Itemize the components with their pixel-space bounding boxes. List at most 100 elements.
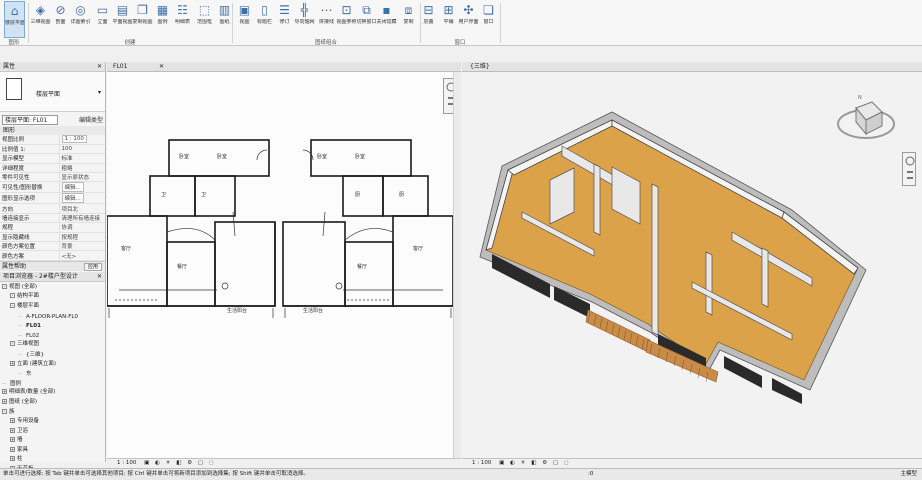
room-tag[interactable]: 卧室 — [355, 153, 365, 160]
close-icon[interactable]: ✕ — [159, 62, 164, 72]
property-value-button[interactable]: 编辑... — [61, 182, 84, 192]
property-value[interactable]: 编辑... — [58, 181, 105, 194]
room-tag[interactable]: 厨 — [399, 192, 404, 198]
room-tag[interactable]: 卫 — [161, 192, 166, 198]
browser-item[interactable]: + 柱 — [2, 455, 105, 465]
ribbon-button-matchline[interactable]: ⋯ 拼接线 — [316, 1, 337, 38]
floor-plan-view[interactable]: 卧室 卧室 卧室 卧室卫 卫 厨 厨客厅 客厅餐厅 餐厅生活阳台 生活阳台 — [107, 72, 461, 458]
browser-item[interactable]: — 东 — [2, 369, 105, 379]
room-tag[interactable]: 卧室 — [317, 153, 327, 160]
ribbon-button-guide-grid[interactable]: ╬ 导向轴网 — [294, 1, 315, 38]
expand-icon[interactable]: + — [2, 398, 7, 404]
ribbon-button-revision[interactable]: ☰ 修订 — [274, 1, 295, 38]
instance-selector[interactable]: 楼层平面: FL01 — [2, 114, 58, 125]
plan-scale-label[interactable]: 1 : 100 — [117, 460, 136, 466]
browser-item[interactable]: - 结构平面 — [2, 292, 105, 302]
view-control-icons[interactable]: ▣ ◐ ☀ ◧ ⚙ ▢ ◌ — [144, 460, 216, 466]
ribbon-button-section[interactable]: ⊘ 剖面 — [50, 1, 71, 38]
ribbon-button-duplicate-view[interactable]: ❐ 复制视图 — [132, 1, 153, 38]
room-tag[interactable]: 餐厅 — [177, 263, 187, 270]
browser-item[interactable]: — FL02 — [2, 331, 105, 341]
ribbon-button-elevation[interactable]: ▭ 立面 — [92, 1, 113, 38]
edit-type-button[interactable]: 编辑类型 — [79, 115, 103, 127]
browser-item[interactable]: - 视图 (全部) — [2, 283, 105, 293]
chevron-down-icon[interactable]: ▾ — [98, 89, 101, 96]
collapse-icon[interactable]: - — [10, 341, 15, 347]
ribbon-button-scope-box[interactable]: ⬚ 范围框 — [194, 1, 215, 38]
ribbon-button-title-block[interactable]: ▯ 标题栏 — [254, 1, 275, 38]
browser-item[interactable]: + 家具 — [2, 446, 105, 456]
collapse-icon[interactable]: - — [10, 302, 15, 308]
expand-icon[interactable]: + — [10, 456, 15, 462]
property-value[interactable]: 显示原状态 — [58, 172, 105, 183]
ribbon-button-view[interactable]: ▣ 视图 — [234, 1, 255, 38]
property-value[interactable]: 标准 — [58, 153, 105, 164]
room-tag[interactable]: 卧室 — [179, 153, 189, 160]
property-value[interactable]: 背景 — [58, 241, 105, 252]
browser-item[interactable]: — 图例 — [2, 379, 105, 389]
browser-item[interactable]: - 楼层平面 — [2, 302, 105, 312]
browser-item[interactable]: — {三维} — [2, 350, 105, 360]
expand-icon[interactable]: + — [10, 427, 15, 433]
ribbon-button-close-hidden[interactable]: ▪ 关闭隐藏 — [376, 1, 397, 38]
3d-navigation-bar[interactable] — [902, 152, 916, 186]
view-cube-icon[interactable]: N — [834, 90, 898, 150]
ribbon-button-replicate[interactable]: ⧈ 复制 — [398, 1, 419, 38]
ribbon-button-switch-window[interactable]: ⧉ 切换窗口 — [356, 1, 377, 38]
room-tag[interactable]: 生活阳台 — [227, 307, 247, 314]
browser-item[interactable]: — A-FLOOR-PLAN-FL0 — [2, 312, 105, 322]
active-model[interactable]: 主模型 — [900, 469, 917, 480]
room-tag[interactable]: 餐厅 — [357, 263, 367, 270]
tab-fl01[interactable]: FL01 ✕ — [107, 62, 461, 72]
property-value[interactable]: 粗略 — [58, 163, 105, 174]
type-selector[interactable]: 楼层平面 ▾ — [0, 72, 105, 112]
property-value[interactable]: 编辑... — [58, 192, 105, 205]
expand-icon[interactable]: + — [10, 360, 15, 366]
property-value[interactable]: 项目北 — [58, 203, 105, 214]
expand-icon[interactable]: + — [10, 418, 15, 424]
room-tag[interactable]: 卧室 — [217, 153, 227, 160]
ribbon-button-3d-view[interactable]: ◈ 三维视图 — [30, 1, 51, 38]
ribbon-button-schedule[interactable]: ☷ 明细表 — [172, 1, 193, 38]
browser-item[interactable]: -族 — [2, 408, 105, 418]
property-value[interactable]: 100 — [58, 144, 105, 155]
ribbon-button-tile[interactable]: ⊞ 平铺 — [438, 1, 459, 38]
expand-icon[interactable]: + — [10, 446, 15, 452]
navigation-wheel-icon[interactable] — [903, 153, 917, 187]
view-control-icons[interactable]: ▣ ◐ ☀ ◧ ⚙ ▢ ◌ — [499, 460, 571, 466]
ribbon-button-view-reference[interactable]: ⊡ 视图参照 — [336, 1, 357, 38]
room-tag[interactable]: 生活阳台 — [303, 307, 323, 314]
ribbon-button-user-interface[interactable]: ✣ 用户界面 — [458, 1, 479, 38]
room-tag[interactable]: 客厅 — [413, 245, 423, 252]
browser-item[interactable]: - 三维视图 — [2, 340, 105, 350]
properties-help-link[interactable]: 属性帮助 — [2, 263, 26, 270]
browser-item[interactable]: — FL01 — [2, 321, 105, 331]
property-value[interactable]: 清理所有墙连接 — [58, 213, 105, 224]
tab-3d[interactable]: {三维} — [462, 62, 922, 72]
browser-item[interactable]: + 图纸 (全部) — [2, 398, 105, 408]
property-value[interactable]: 协调 — [58, 222, 105, 233]
browser-item[interactable]: + 卫浴 — [2, 427, 105, 437]
room-tag[interactable]: 客厅 — [121, 245, 131, 252]
3d-scale-label[interactable]: 1 : 100 — [472, 460, 491, 466]
collapse-icon[interactable]: - — [10, 293, 15, 299]
browser-item[interactable]: + 立面 (建筑立面) — [2, 360, 105, 370]
plan-vertical-scrollbar[interactable] — [453, 72, 461, 458]
ribbon-button-legend[interactable]: ▦ 图例 — [152, 1, 173, 38]
close-icon[interactable]: ✕ — [97, 272, 102, 282]
browser-item[interactable]: + 专用设备 — [2, 417, 105, 427]
collapse-icon[interactable]: - — [2, 408, 7, 414]
3d-view[interactable]: N — [462, 72, 922, 458]
expand-icon[interactable]: + — [10, 437, 15, 443]
apply-button[interactable]: 应用 — [84, 262, 102, 271]
room-tag[interactable]: 厨 — [355, 192, 360, 198]
property-value-button[interactable]: 编辑... — [61, 193, 84, 203]
expand-icon[interactable]: + — [2, 389, 7, 395]
browser-item[interactable]: + 墙 — [2, 436, 105, 446]
ribbon-button-callout[interactable]: ◎ 详图索引 — [70, 1, 91, 38]
ribbon-button-cascade[interactable]: ⊟ 层叠 — [418, 1, 439, 38]
ribbon-button-floor-plan[interactable]: ⌂ 楼层平面 — [4, 1, 25, 38]
property-value[interactable]: 按规程 — [58, 232, 105, 243]
collapse-icon[interactable]: - — [2, 283, 7, 289]
room-tag[interactable]: 卫 — [201, 192, 206, 198]
